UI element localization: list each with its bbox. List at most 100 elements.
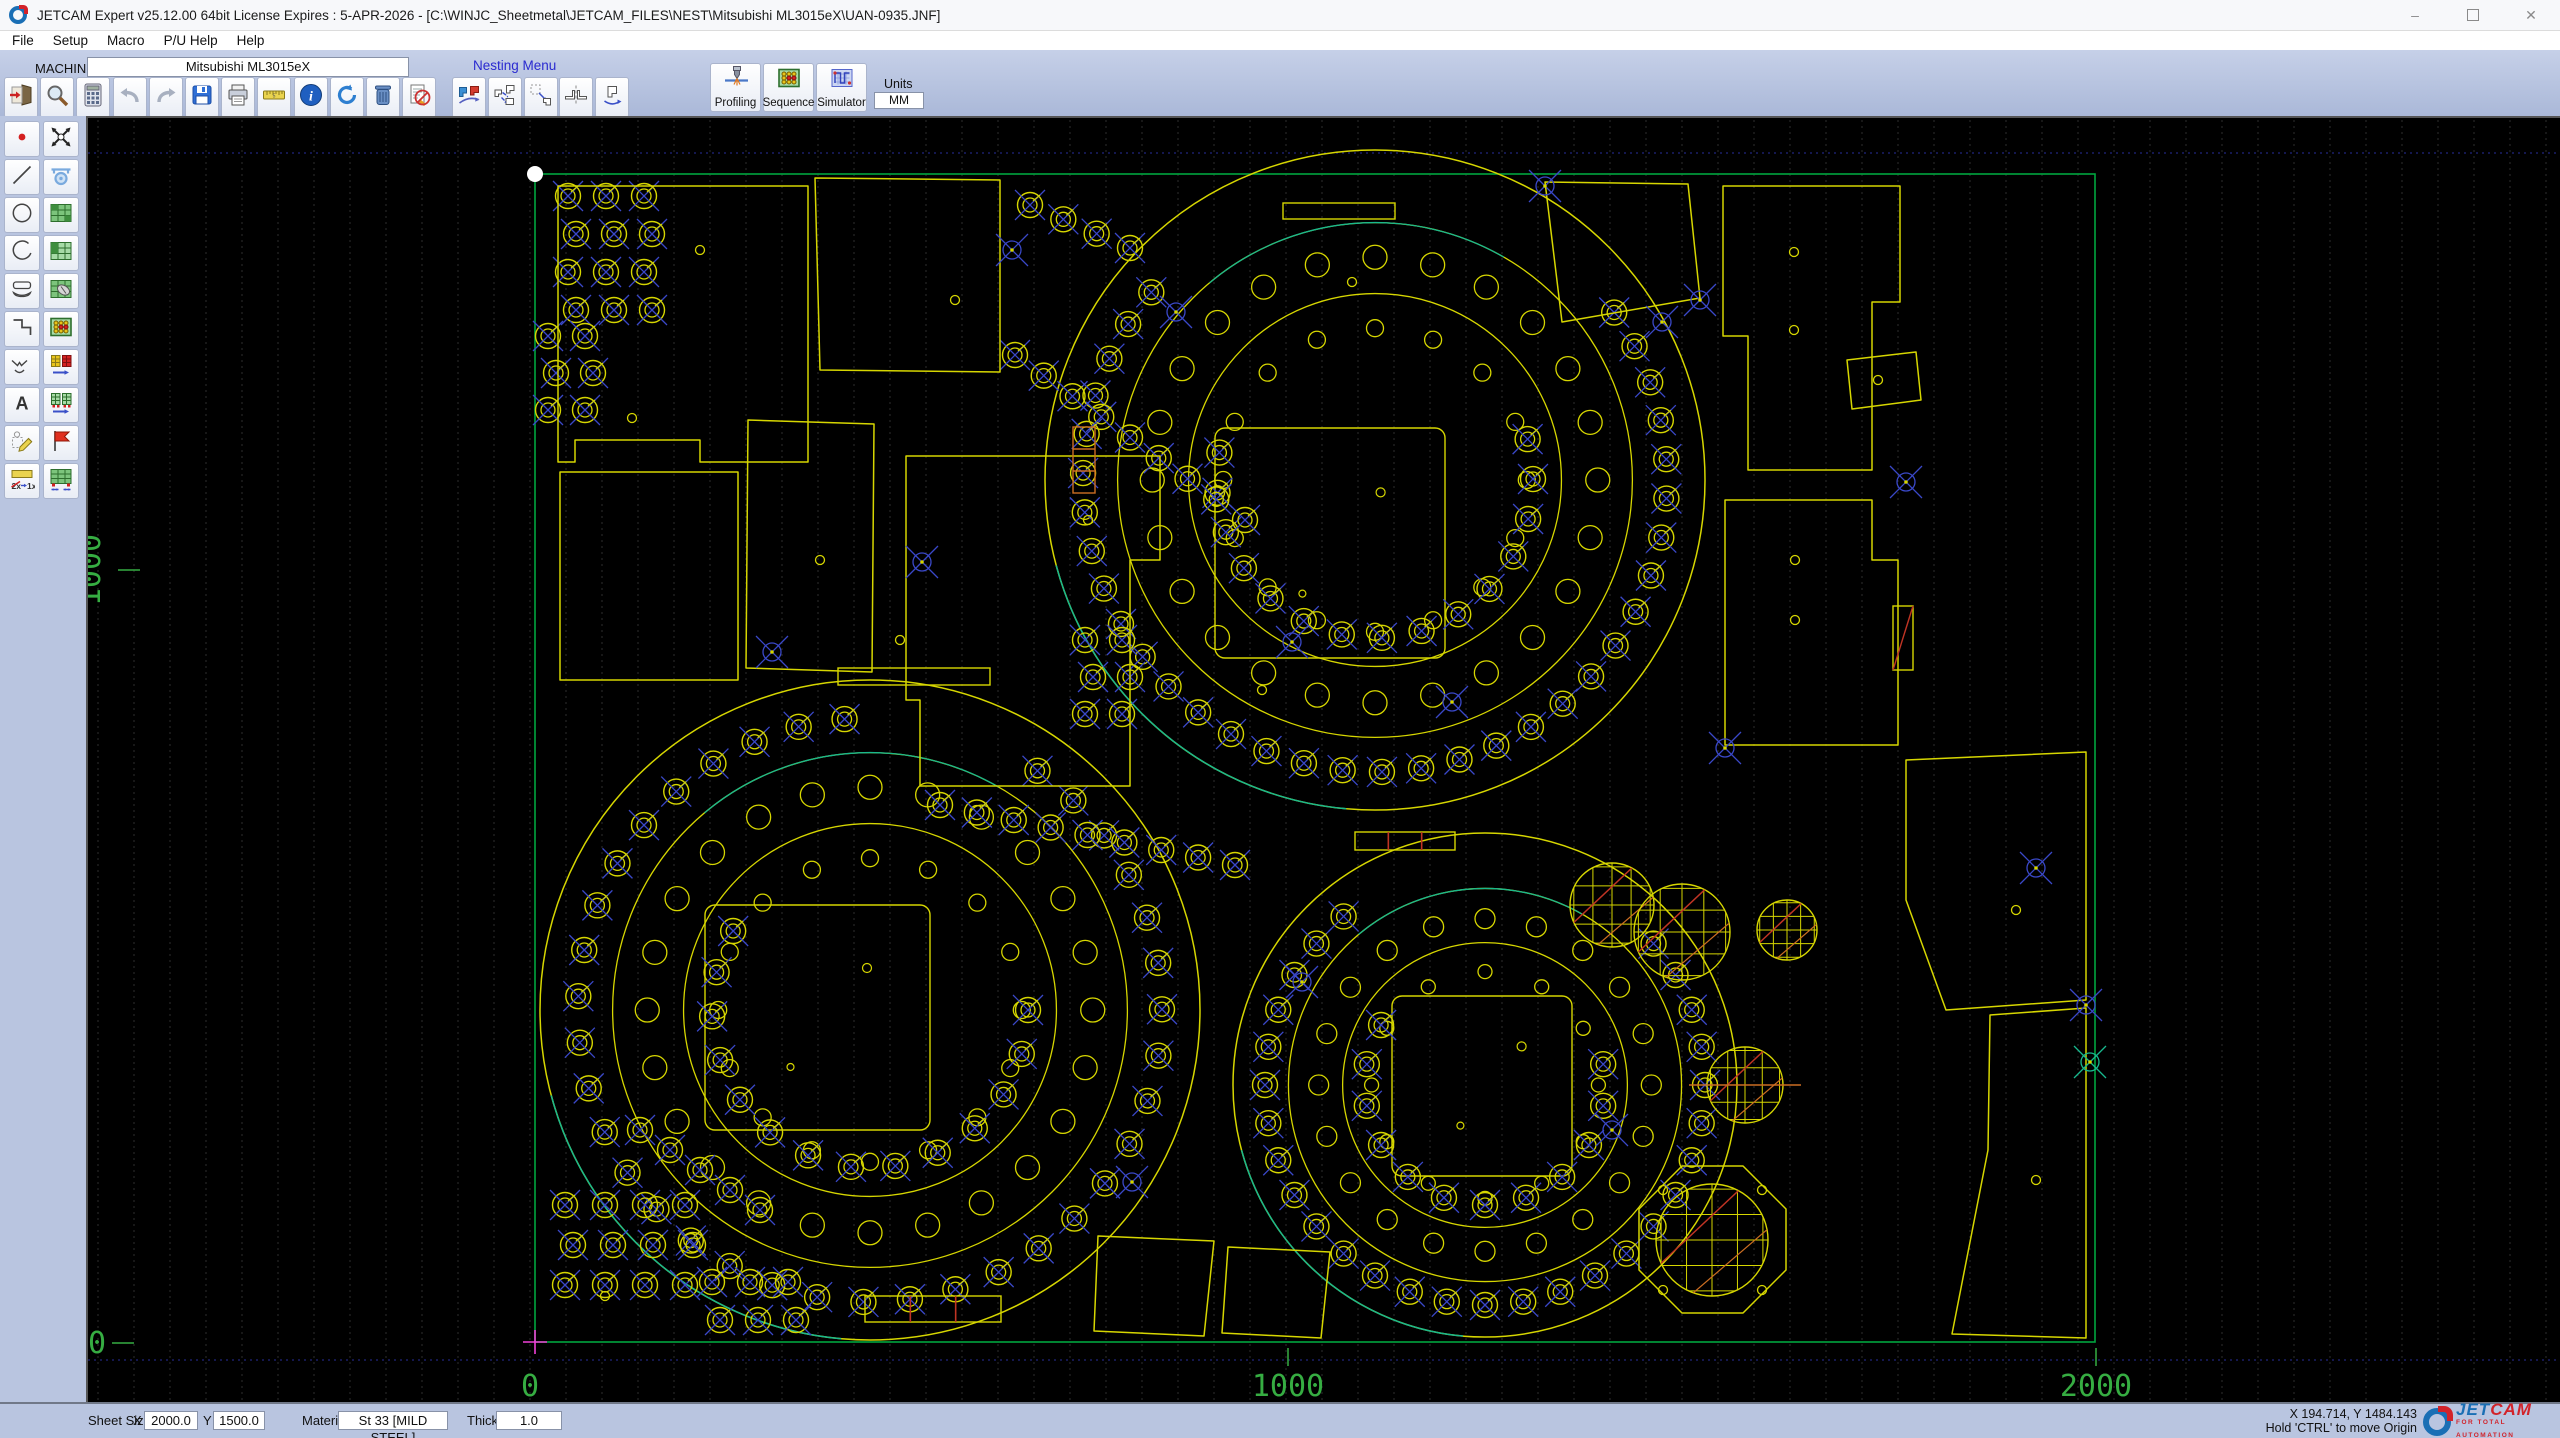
nesting-menu-label: Nesting Menu	[473, 58, 556, 73]
zoom-icon	[44, 82, 70, 113]
sheet-dim-tool-button[interactable]	[43, 463, 79, 499]
scale-tool-button[interactable]: 2x1x	[4, 463, 40, 499]
exit-icon	[8, 82, 34, 113]
sheet-y-field[interactable]: 1500.0	[213, 1411, 265, 1430]
point-tool-button[interactable]	[4, 121, 40, 157]
report-button[interactable]	[402, 77, 436, 118]
refresh-button[interactable]	[330, 77, 364, 118]
sketch-tool-button[interactable]	[4, 425, 40, 461]
minimize-button[interactable]: –	[2386, 0, 2444, 30]
menu-macro[interactable]: Macro	[107, 33, 145, 48]
movepart-icon	[528, 82, 554, 113]
nest-parts-button[interactable]	[452, 77, 486, 118]
circle-icon	[9, 200, 35, 231]
dimension-tool-button[interactable]	[43, 159, 79, 195]
simulator-icon	[829, 65, 855, 97]
zoom-button[interactable]	[40, 77, 74, 118]
nest-full-tool-button[interactable]	[43, 197, 79, 233]
flag-tool-button[interactable]	[43, 425, 79, 461]
svg-text:5: 5	[273, 94, 276, 100]
delete-button[interactable]	[366, 77, 400, 118]
thickness-field[interactable]: 1.0	[496, 1411, 562, 1430]
corner-tool-button[interactable]	[4, 311, 40, 347]
menu-help[interactable]: Help	[237, 33, 265, 48]
scale-icon: 2x1x	[9, 466, 35, 497]
redo-icon	[153, 82, 179, 113]
sheetsyr-icon	[48, 352, 74, 383]
svg-text:i: i	[309, 90, 313, 105]
slot-icon	[9, 276, 35, 307]
svg-text:A: A	[16, 393, 29, 413]
rotate-part-button[interactable]	[595, 77, 629, 118]
window-controls: – ✕	[2386, 0, 2560, 30]
circle-tool-button[interactable]	[4, 197, 40, 233]
measure-icon: 5	[261, 82, 287, 113]
svg-text:1x: 1x	[27, 481, 35, 491]
notch-tool-button[interactable]	[4, 349, 40, 385]
text-icon: A	[9, 390, 35, 421]
print-icon	[225, 82, 251, 113]
menu-bar: File Setup Macro P/U Help Help	[0, 31, 2560, 50]
slot-tool-button[interactable]	[4, 273, 40, 309]
undo-button[interactable]	[113, 77, 147, 118]
nest-drawing[interactable]: 01000200010000	[88, 118, 2560, 1402]
tool-palette: A 2x1x	[0, 116, 86, 1406]
sequence-tool-button[interactable]	[43, 311, 79, 347]
refresh-icon	[334, 82, 360, 113]
close-button[interactable]: ✕	[2502, 0, 2560, 30]
menu-setup[interactable]: Setup	[53, 33, 88, 48]
print-button[interactable]	[221, 77, 255, 118]
simulator-label: Simulator	[817, 97, 866, 109]
measure-button[interactable]: 5	[257, 77, 291, 118]
save-icon	[189, 82, 215, 113]
sheet-y-label: Y	[203, 1413, 212, 1428]
simulator-button[interactable]: Simulator	[816, 63, 867, 112]
save-button[interactable]	[185, 77, 219, 118]
move-icon	[48, 124, 74, 155]
info-icon: i	[298, 82, 324, 113]
nest-icon	[456, 82, 482, 113]
svg-text:2000: 2000	[2060, 1369, 2132, 1402]
units-field[interactable]: MM	[874, 92, 924, 109]
calculator-button[interactable]	[76, 77, 110, 118]
calculator-icon	[80, 82, 106, 113]
arc-tool-button[interactable]	[4, 235, 40, 271]
svg-text:0: 0	[521, 1369, 539, 1402]
menu-p-u-help[interactable]: P/U Help	[164, 33, 218, 48]
material-field[interactable]: St 33 [MILD STEEL]	[338, 1411, 448, 1430]
dim-icon	[48, 162, 74, 193]
order-icon	[492, 82, 518, 113]
info-button[interactable]: i	[294, 77, 328, 118]
restore-button[interactable]	[2444, 0, 2502, 30]
text-tool-button[interactable]: A	[4, 387, 40, 423]
sequence-icon	[776, 65, 802, 97]
window-title: JETCAM Expert v25.12.00 64bit License Ex…	[37, 8, 940, 23]
sheets-done-tool-button[interactable]	[43, 387, 79, 423]
arc-icon	[9, 238, 35, 269]
machine-field[interactable]: Mitsubishi ML3015eX	[87, 57, 409, 77]
move-tool-button[interactable]	[43, 121, 79, 157]
nest-auto-tool-button[interactable]	[43, 273, 79, 309]
jetcam-application-window: JETCAM Expert v25.12.00 64bit License Ex…	[0, 0, 2560, 1438]
line-tool-button[interactable]	[4, 159, 40, 195]
svg-text:1000: 1000	[1252, 1369, 1324, 1402]
move-part-button[interactable]	[524, 77, 558, 118]
nest-canvas-area[interactable]: 01000200010000	[86, 116, 2560, 1402]
mirror-part-button[interactable]	[559, 77, 593, 118]
menu-file[interactable]: File	[12, 33, 34, 48]
order-parts-button[interactable]	[488, 77, 522, 118]
sheets-queue-tool-button[interactable]	[43, 349, 79, 385]
ribbon-toolbar: MACHINE Mitsubishi ML3015eX Nesting Menu…	[0, 50, 2560, 116]
sketch-icon	[9, 428, 35, 459]
sheet-x-label: X	[133, 1413, 142, 1428]
profiling-icon	[723, 65, 749, 97]
profiling-button[interactable]: Profiling	[710, 63, 761, 112]
exit-button[interactable]	[4, 77, 38, 118]
sequence-button[interactable]: Sequence	[763, 63, 814, 112]
status-bar: Sheet Size X 2000.0 Y 1500.0 Material St…	[0, 1402, 2560, 1438]
redo-button[interactable]	[149, 77, 183, 118]
nest-partial-tool-button[interactable]	[43, 235, 79, 271]
sheet-x-field[interactable]: 2000.0	[144, 1411, 198, 1430]
cursor-xy: X 194.714, Y 1484.143	[2266, 1407, 2417, 1421]
rotatepart-icon	[599, 82, 625, 113]
